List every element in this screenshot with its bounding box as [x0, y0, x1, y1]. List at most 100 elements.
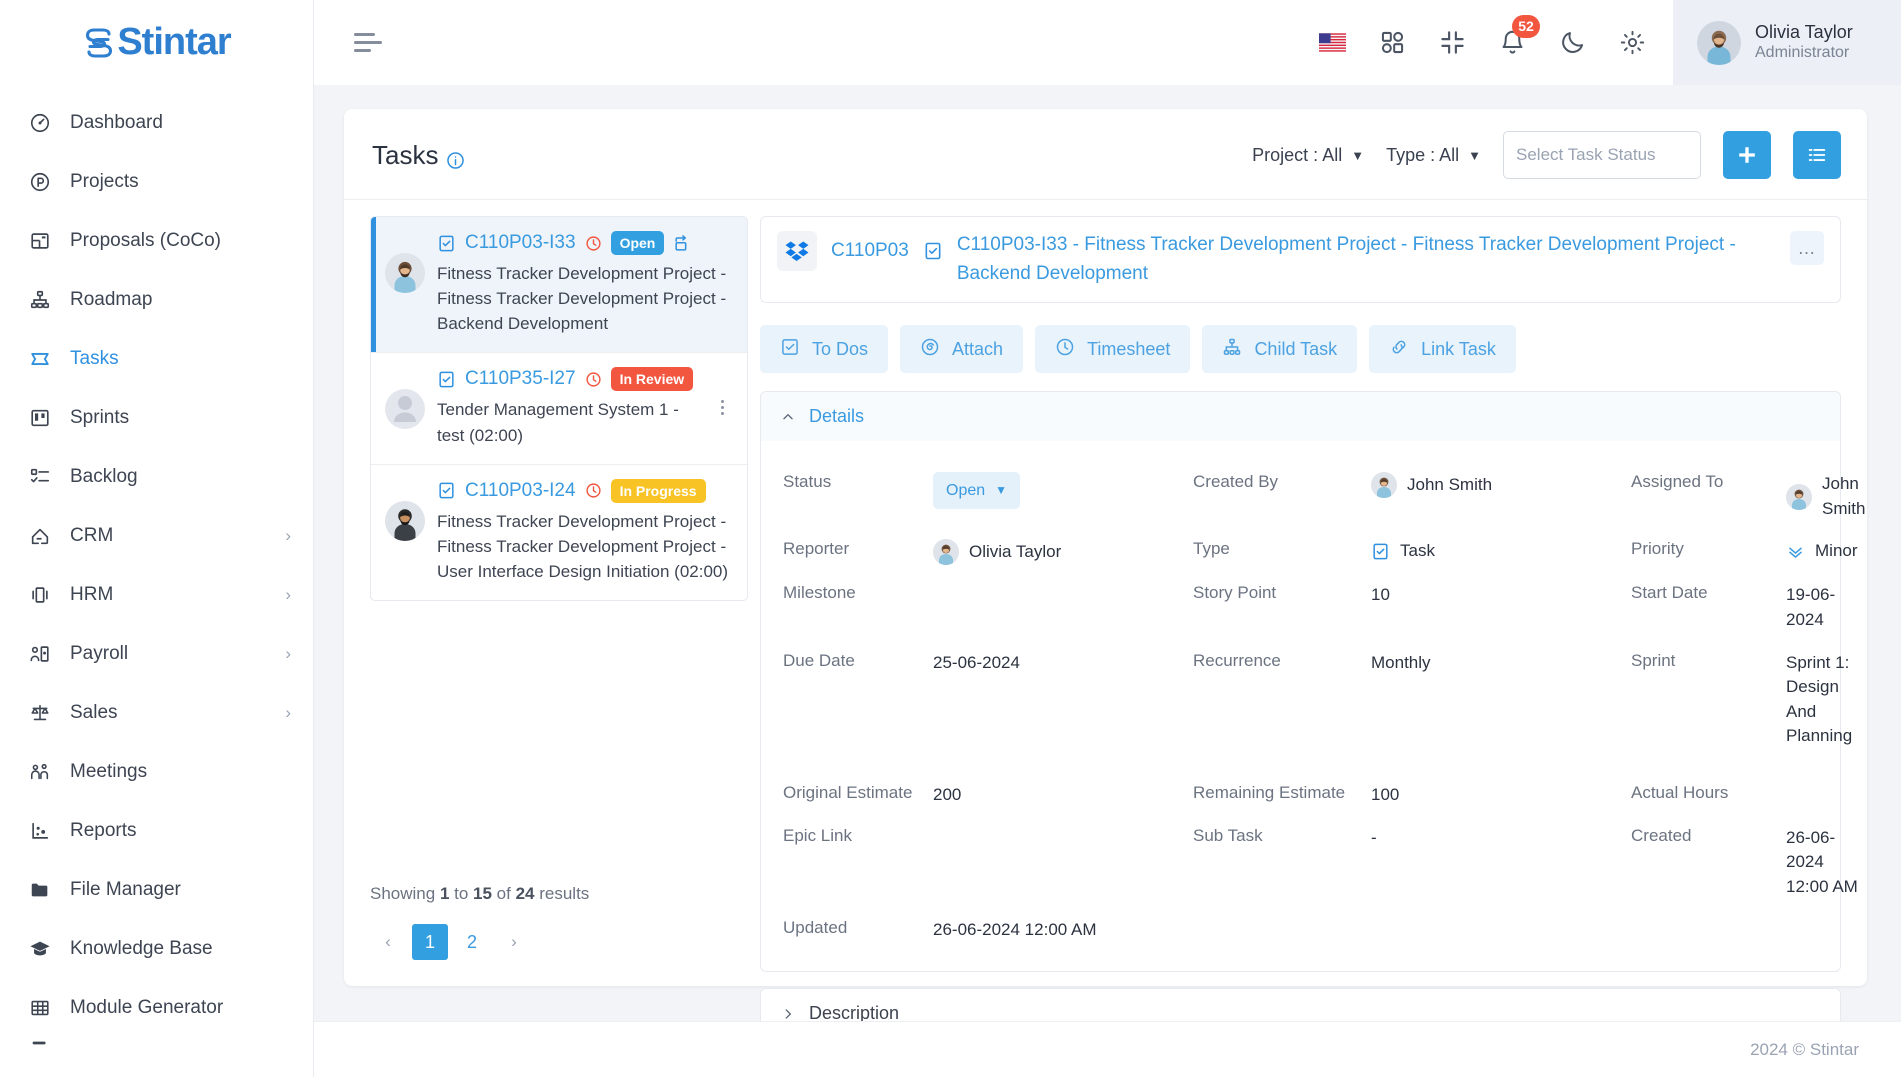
tab-label: Timesheet — [1087, 338, 1171, 359]
chevron-right-icon: › — [285, 584, 291, 604]
task-detail-title[interactable]: C110P03-I33 - Fitness Tracker Developmen… — [957, 231, 1776, 288]
created-by-name: John Smith — [1407, 474, 1493, 494]
sidebar-item-label: Payroll — [70, 642, 129, 664]
list-view-button[interactable] — [1793, 131, 1841, 179]
sidebar-item-label: Knowledge Base — [70, 937, 213, 959]
sidebar-item-label: Backlog — [70, 465, 138, 487]
sidebar-item-module-generator[interactable]: Module Generator — [0, 978, 313, 1037]
sidebar-item-projects[interactable]: Projects — [0, 152, 313, 211]
task-type-icon — [923, 241, 943, 261]
status-dropdown[interactable]: Open ▼ — [933, 472, 1021, 510]
grid-icon — [28, 996, 52, 1020]
sidebar-item-reports[interactable]: Reports — [0, 801, 313, 860]
field-label-priority: Priority — [1631, 539, 1684, 559]
sidebar-item-tasks[interactable]: Tasks — [0, 329, 313, 388]
sidebar-item-cutoff[interactable] — [0, 1037, 313, 1059]
showing-to: 15 — [473, 884, 492, 903]
field-label-reporter: Reporter — [783, 539, 850, 559]
sidebar-item-sprints[interactable]: Sprints — [0, 388, 313, 447]
sidebar-item-dashboard[interactable]: Dashboard — [0, 93, 313, 152]
tasks-card: Tasks Project : All ▼ Type : All ▼ Selec… — [344, 109, 1867, 1021]
pagination-prev[interactable]: ‹ — [370, 924, 406, 960]
task-list-item[interactable]: C110P03-I24 In Progress Fitness Tracker … — [371, 465, 747, 600]
gear-icon[interactable] — [1617, 28, 1647, 58]
tab-label: To Dos — [812, 338, 869, 359]
description-accordion: Description — [760, 988, 1841, 1021]
sidebar-item-crm[interactable]: CRM › — [0, 506, 313, 565]
notification-badge: 52 — [1512, 14, 1540, 38]
field-value-updated: 26-06-2024 12:00 AM — [933, 919, 1097, 939]
details-accordion-header[interactable]: Details — [761, 392, 1840, 441]
task-list-drag-handle[interactable] — [711, 367, 733, 447]
sidebar-item-roadmap[interactable]: Roadmap — [0, 270, 313, 329]
task-list: C110P03-I33 Open Fitness Tracker Develop… — [370, 216, 748, 602]
tab-child-task[interactable]: Child Task — [1202, 325, 1358, 373]
folder-icon — [28, 878, 52, 902]
sidebar-item-hrm[interactable]: HRM › — [0, 565, 313, 624]
field-value-created-by: John Smith — [1371, 463, 1631, 507]
chevron-right-icon: › — [285, 702, 291, 722]
roadmap-icon — [28, 288, 52, 312]
task-type-icon — [1371, 542, 1390, 561]
priority-value: Minor — [1815, 541, 1858, 561]
topbar-icons: 52 — [1317, 14, 1673, 58]
field-label-type: Type — [1193, 539, 1230, 559]
field-value-milestone — [933, 574, 1193, 612]
brand-logo[interactable]: Stintar — [0, 0, 313, 85]
field-value-reporter: Olivia Taylor — [933, 530, 1193, 574]
field-value-due-date: 25-06-2024 — [933, 652, 1020, 672]
collapse-icon[interactable] — [1437, 28, 1467, 58]
sidebar-item-file-manager[interactable]: File Manager — [0, 860, 313, 919]
sidebar-item-meetings[interactable]: Meetings — [0, 742, 313, 801]
tab-timesheet[interactable]: Timesheet — [1035, 325, 1191, 373]
sidebar-item-knowledge-base[interactable]: Knowledge Base — [0, 919, 313, 978]
description-accordion-title: Description — [809, 1003, 900, 1021]
moon-icon[interactable] — [1557, 28, 1587, 58]
pagination-next[interactable]: › — [496, 924, 532, 960]
task-key[interactable]: C110P35-I27 — [465, 368, 576, 390]
search-task-status-input[interactable] — [1503, 131, 1701, 179]
description-accordion-header[interactable]: Description — [761, 989, 1840, 1021]
more-options-icon[interactable]: … — [1790, 231, 1824, 265]
chevron-down-icon: ▼ — [1468, 147, 1481, 163]
field-value-type: Task — [1371, 530, 1631, 573]
info-icon[interactable] — [446, 146, 465, 169]
sidebar-item-label: Proposals (CoCo) — [70, 229, 221, 251]
task-key[interactable]: C110P03-I24 — [465, 480, 576, 502]
add-task-button[interactable] — [1723, 131, 1771, 179]
filter-type[interactable]: Type : All ▼ — [1386, 145, 1481, 166]
tab-link-task[interactable]: Link Task — [1369, 325, 1516, 373]
user-profile[interactable]: Olivia Taylor Administrator — [1673, 0, 1901, 85]
field-label-actual-hours: Actual Hours — [1631, 783, 1729, 803]
pagination-page-2[interactable]: 2 — [454, 924, 490, 960]
filter-type-label: Type : All — [1386, 144, 1460, 165]
sidebar-item-backlog[interactable]: Backlog — [0, 447, 313, 506]
task-item-main: C110P35-I27 In Review Tender Management … — [437, 367, 699, 447]
field-value-created: 26-06-2024 12:00 AM — [1786, 827, 1858, 897]
sidebar-item-proposals[interactable]: Proposals (CoCo) — [0, 211, 313, 270]
task-key[interactable]: C110P03-I33 — [465, 232, 576, 254]
footer: 2024 © Stintar — [314, 1021, 1901, 1077]
apps-grid-icon[interactable] — [1377, 28, 1407, 58]
sidebar-item-sales[interactable]: Sales › — [0, 683, 313, 742]
pagination-page-1[interactable]: 1 — [412, 924, 448, 960]
tab-to-dos[interactable]: To Dos — [760, 325, 889, 373]
filter-project[interactable]: Project : All ▼ — [1252, 145, 1364, 166]
bell-icon[interactable]: 52 — [1497, 14, 1540, 58]
details-accordion-body: Status Open ▼ Created By John Smith Assi… — [761, 441, 1865, 971]
sidebar-item-label: Sales — [70, 701, 118, 723]
sidebar-item-payroll[interactable]: Payroll › — [0, 624, 313, 683]
task-detail-column: C110P03 C110P03-I33 - Fitness Tracker De… — [748, 216, 1865, 1021]
priority-minor-icon — [1786, 542, 1805, 561]
tab-attach[interactable]: Attach — [900, 325, 1024, 373]
us-flag-icon[interactable] — [1317, 28, 1347, 58]
pagination-area: Showing 1 to 15 of 24 results ‹ 1 2 › — [370, 884, 748, 986]
avatar — [1786, 483, 1812, 510]
dashboard-icon — [28, 111, 52, 135]
hamburger-icon[interactable] — [354, 33, 384, 52]
task-list-item[interactable]: C110P35-I27 In Review Tender Management … — [371, 353, 747, 465]
field-label-story-point: Story Point — [1193, 583, 1277, 603]
clock-icon — [585, 482, 602, 499]
project-key[interactable]: C110P03 — [831, 240, 909, 262]
task-list-item[interactable]: C110P03-I33 Open Fitness Tracker Develop… — [371, 217, 747, 354]
